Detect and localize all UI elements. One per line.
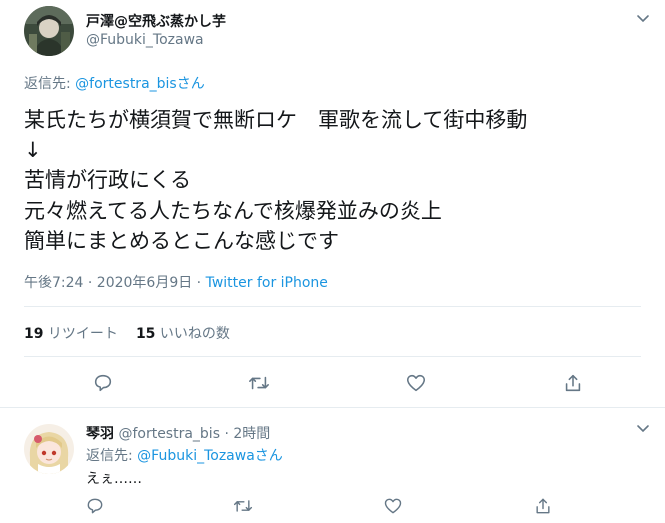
reply-to-handle[interactable]: @fortestra_bis: [75, 76, 177, 92]
tweet-text-line: 某氏たちが横須賀で無断ロケ 軍歌を流して街中移動: [24, 108, 528, 132]
share-icon: [536, 498, 550, 514]
user-handle[interactable]: @Fubuki_Tozawa: [86, 32, 204, 48]
heart-icon: [384, 498, 402, 514]
main-tweet: 戸澤@空飛ぶ蒸かし芋 @Fubuki_Tozawa 返信先: @fortestr…: [0, 0, 665, 408]
like-label: いいねの数: [155, 326, 230, 342]
timestamp[interactable]: 午後7:24 · 2020年6月9日 ·: [24, 275, 206, 291]
reply-button[interactable]: [88, 368, 118, 398]
share-icon: [565, 374, 581, 392]
like-count: 15: [135, 326, 156, 342]
display-name[interactable]: 琴羽: [86, 426, 114, 442]
divider: [24, 306, 641, 307]
chevron-down-icon[interactable]: [636, 14, 650, 24]
retweet-icon: [233, 500, 253, 512]
reply-to-prefix: 返信先:: [86, 448, 138, 464]
source-link[interactable]: Twitter for iPhone: [206, 275, 328, 291]
share-button[interactable]: [558, 368, 588, 398]
reply-to-line: 返信先: @fortestra_bisさん: [24, 73, 205, 93]
avatar[interactable]: [24, 424, 74, 474]
reply-to-suffix[interactable]: さん: [177, 76, 205, 92]
retweet-label: リツイート: [43, 326, 118, 342]
user-handle[interactable]: @fortestra_bis: [114, 426, 220, 442]
reply-to-line: 返信先: @Fubuki_Tozawaさん: [86, 445, 283, 465]
reply-to-suffix[interactable]: さん: [255, 448, 283, 464]
relative-time[interactable]: · 2時間: [220, 426, 270, 442]
tweet-text-line: 苦情が行政にくる: [24, 168, 192, 193]
reply-header: 琴羽 @fortestra_bis · 2時間: [86, 423, 270, 443]
tweet-text-line: 元々燃えてる人たちなんで核爆発並みの炎上: [24, 198, 442, 223]
reply-to-prefix: 返信先:: [24, 76, 76, 92]
like-button[interactable]: [401, 368, 431, 398]
retweet-icon: [249, 376, 269, 390]
display-name[interactable]: 戸澤@空飛ぶ蒸かし芋: [86, 11, 226, 31]
like-button[interactable]: [378, 491, 408, 521]
retweet-stat[interactable]: 19 リツイート: [24, 326, 118, 342]
reply-icon: [87, 498, 103, 514]
engagement-stats: 19 リツイート 15 いいねの数: [24, 323, 230, 343]
retweet-button[interactable]: [228, 491, 258, 521]
reply-text: えぇ……: [86, 471, 142, 487]
like-stat[interactable]: 15 いいねの数: [136, 326, 230, 342]
chevron-down-icon[interactable]: [636, 424, 650, 434]
tweet-metadata: 午後7:24 · 2020年6月9日 · Twitter for iPhone: [24, 272, 328, 292]
tweet-text-line: 簡単にまとめるとこんな感じです: [24, 228, 339, 253]
retweet-button[interactable]: [244, 368, 274, 398]
share-button[interactable]: [528, 491, 558, 521]
tweet-text-line: ↓: [24, 138, 42, 163]
reply-tweet[interactable]: 琴羽 @fortestra_bis · 2時間 返信先: @Fubuki_Toz…: [0, 409, 665, 523]
reply-button[interactable]: [80, 491, 110, 521]
retweet-count: 19: [24, 326, 44, 342]
reply-to-handle[interactable]: @Fubuki_Tozawa: [137, 448, 255, 464]
heart-icon: [406, 374, 426, 392]
avatar[interactable]: [24, 6, 74, 56]
reply-icon: [94, 374, 112, 392]
tweet-text: 某氏たちが横須賀で無断ロケ 軍歌を流して街中移動 ↓ 苦情が行政にくる元々燃えてる人…: [24, 105, 527, 256]
divider: [24, 356, 641, 357]
